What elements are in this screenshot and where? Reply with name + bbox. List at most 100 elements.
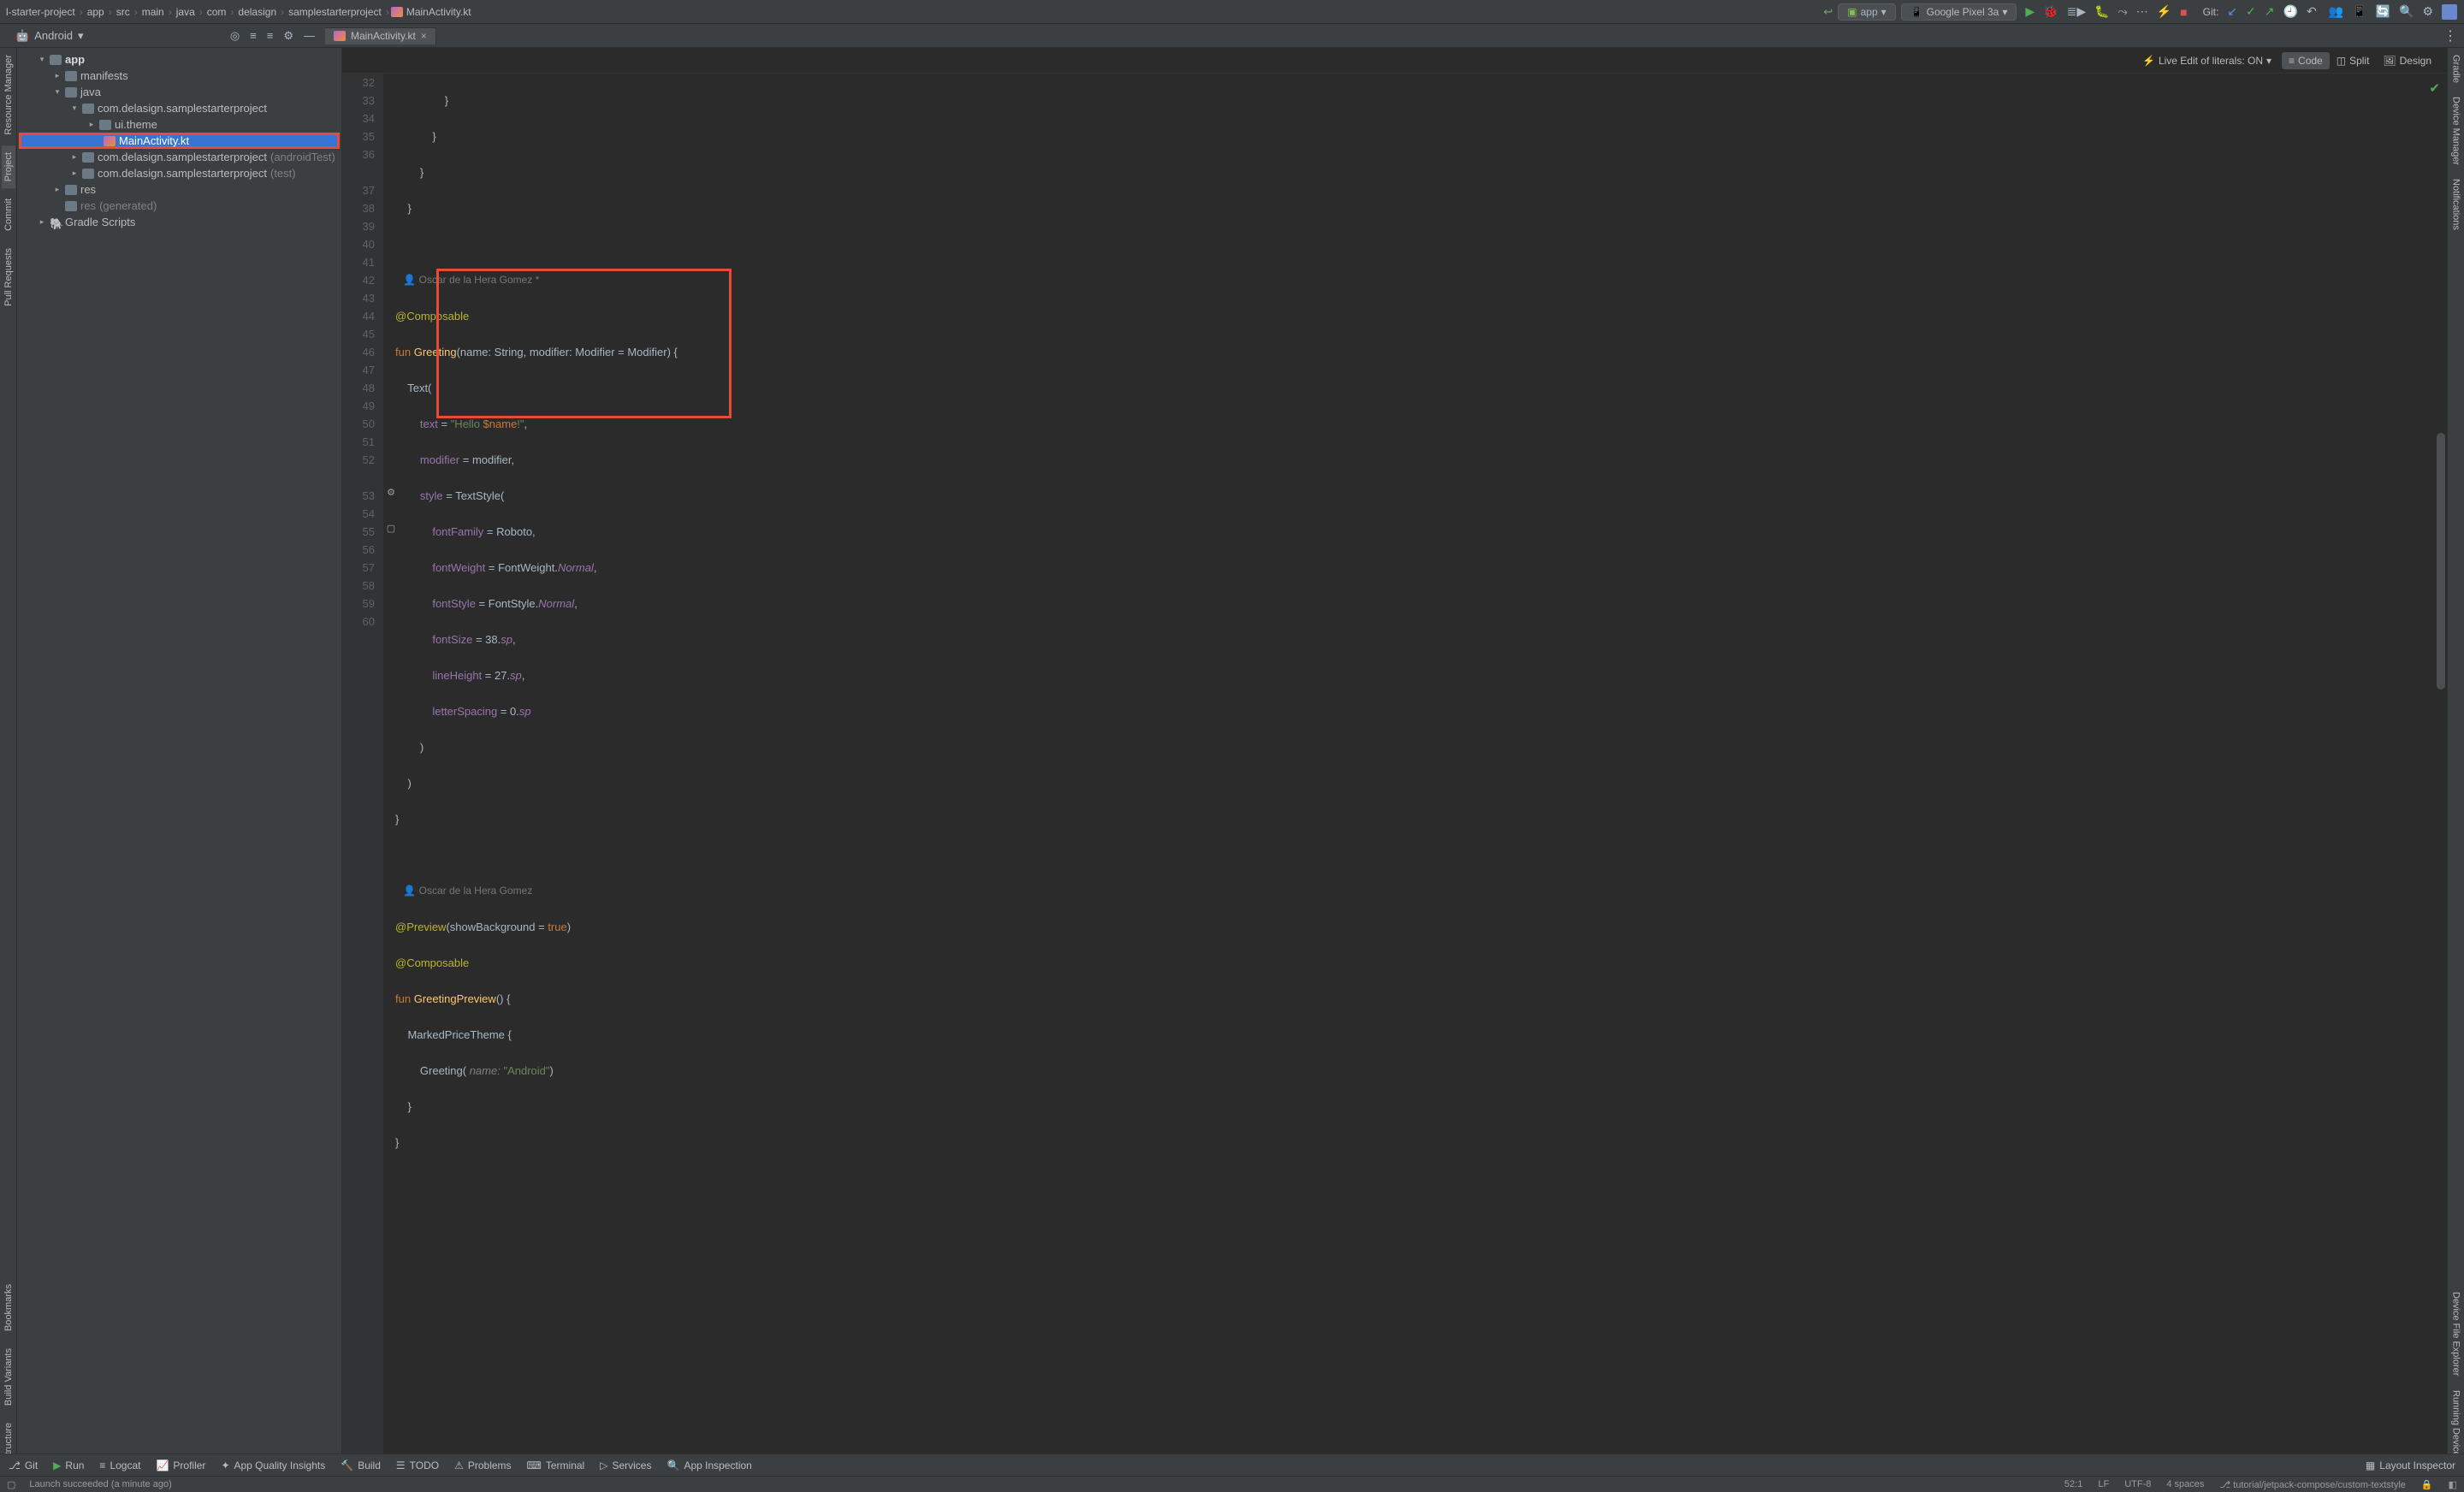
services-toolwin-button[interactable]: ▷Services (600, 1459, 651, 1471)
crumb[interactable]: app (85, 6, 107, 18)
tree-node-manifests[interactable]: ▸ manifests (17, 68, 341, 84)
crumb[interactable]: java (174, 6, 198, 18)
tree-node-res[interactable]: ▸ res (17, 181, 341, 198)
coverage-icon[interactable]: ≣▶ (2067, 4, 2087, 19)
line-gutter[interactable]: 32 33 34 35 36 37 38 39 40 41 42 43 44 4… (342, 74, 383, 1468)
profiler-toolwin-button[interactable]: 📈Profiler (156, 1459, 205, 1471)
tree-node-package-androidtest[interactable]: ▸ com.delasign.samplestarterproject (and… (17, 149, 341, 165)
tree-node-uitheme[interactable]: ▸ ui.theme (17, 116, 341, 133)
tree-node-gradle-scripts[interactable]: ▸🐘 Gradle Scripts (17, 214, 341, 230)
gear-icon[interactable]: ⚙ (283, 29, 293, 43)
tool-panel-header: 🤖 Android ▾ ◎ ≡ ≡ ⚙ — MainActivity.kt × … (0, 24, 2464, 48)
device-selector[interactable]: 📱 Google Pixel 3a ▾ (1901, 3, 2017, 21)
file-encoding[interactable]: UTF-8 (2124, 1479, 2151, 1489)
project-view-selector[interactable]: 🤖 Android ▾ (0, 29, 99, 43)
locate-icon[interactable]: ◎ (230, 29, 240, 43)
status-square-icon[interactable]: ▢ (7, 1479, 15, 1490)
git-history-icon[interactable]: 🕘 (2283, 4, 2298, 19)
breadcrumb-file[interactable]: MainActivity.kt (391, 6, 471, 18)
more-run-icon[interactable]: ⋯ (2136, 4, 2148, 19)
expand-icon[interactable]: ≡ (250, 29, 257, 43)
hotswap-icon[interactable]: ⚡ (2157, 4, 2171, 19)
tree-node-app[interactable]: ▾ app (17, 51, 341, 68)
pull-requests-tab[interactable]: Pull Requests (2, 241, 15, 313)
tree-node-java[interactable]: ▾ java (17, 84, 341, 100)
profile-icon[interactable]: 🐛 (2094, 4, 2109, 19)
code-with-me-icon[interactable]: 👥 (2329, 4, 2343, 19)
git-commit-icon[interactable]: ✓ (2246, 4, 2256, 19)
line-number: 33 (342, 92, 375, 110)
git-push-icon[interactable]: ↗ (2265, 4, 2275, 19)
run-config-selector[interactable]: ▣ app ▾ (1838, 3, 1895, 21)
device-file-explorer-tab[interactable]: Device File Explorer (2449, 1285, 2463, 1382)
layout-inspector-button[interactable]: ▦Layout Inspector (2366, 1459, 2455, 1471)
device-mirror-icon[interactable]: 📱 (2352, 4, 2366, 19)
gradle-tab[interactable]: Gradle (2449, 48, 2463, 90)
app-quality-insights-button[interactable]: ✦App Quality Insights (221, 1459, 325, 1471)
build-variants-tab[interactable]: Build Variants (2, 1341, 15, 1412)
logcat-toolwin-button[interactable]: ≡Logcat (99, 1459, 140, 1471)
indent-setting[interactable]: 4 spaces (2166, 1479, 2204, 1489)
tree-node-res-gen[interactable]: res (generated) (17, 198, 341, 214)
live-edit-label: Live Edit of literals: ON (2159, 55, 2263, 67)
line-ending[interactable]: LF (2098, 1479, 2109, 1489)
view-code-button[interactable]: ≡ Code (2282, 52, 2330, 69)
caret-position[interactable]: 52:1 (2064, 1479, 2082, 1489)
app-inspection-button[interactable]: 🔍App Inspection (666, 1459, 751, 1471)
notifications-tab[interactable]: Notifications (2449, 172, 2463, 237)
editor-tab[interactable]: MainActivity.kt × (325, 27, 436, 44)
lock-icon[interactable]: 🔒 (2421, 1479, 2433, 1490)
tree-node-mainactivity[interactable]: MainActivity.kt (19, 133, 340, 149)
tab-overflow-icon[interactable]: ⋮ (2437, 27, 2464, 44)
project-tab[interactable]: Project (2, 145, 15, 188)
editor-body[interactable]: ✔ 32 33 34 35 36 37 38 39 40 41 42 43 44… (342, 74, 2447, 1468)
git-rollback-icon[interactable]: ↶ (2307, 4, 2317, 19)
crumb[interactable]: com (204, 6, 229, 18)
git-toolwin-button[interactable]: ⎇Git (9, 1459, 38, 1471)
settings-icon[interactable]: ⚙ (2422, 4, 2433, 19)
debug-icon[interactable]: 🐞 (2043, 4, 2058, 19)
run-icon[interactable]: ▶ (2025, 4, 2035, 19)
gutter-settings-icon[interactable]: ⚙ (385, 487, 397, 498)
phone-icon: 📱 (1910, 6, 1923, 18)
editor-scrollbar[interactable] (2437, 433, 2445, 690)
crumb[interactable]: delasign (235, 6, 279, 18)
editor-tab-label: MainActivity.kt (351, 30, 416, 42)
run-toolwin-button[interactable]: ▶Run (53, 1459, 84, 1471)
panel-icon[interactable]: ◧ (2449, 1479, 2457, 1490)
crumb[interactable]: src (114, 6, 133, 18)
git-update-icon[interactable]: ↙ (2227, 4, 2237, 19)
avatar-icon[interactable] (2442, 4, 2457, 20)
view-design-button[interactable]: 🖼 Design (2376, 52, 2438, 69)
tree-label-suffix: (test) (270, 167, 296, 180)
commit-tab[interactable]: Commit (2, 192, 15, 238)
view-split-button[interactable]: ◫ Split (2330, 52, 2377, 69)
problems-toolwin-button[interactable]: ⚠Problems (454, 1459, 511, 1471)
crumb[interactable]: samplestarterproject (286, 6, 384, 18)
collapse-icon[interactable]: ≡ (267, 29, 274, 43)
tree-node-package[interactable]: ▾ com.delasign.samplestarterproject (17, 100, 341, 116)
todo-toolwin-button[interactable]: ☰TODO (396, 1459, 439, 1471)
hammer-icon: 🔨 (341, 1459, 353, 1471)
close-icon[interactable]: × (421, 30, 427, 42)
live-edit-toggle[interactable]: ⚡ Live Edit of literals: ON ▾ (2142, 55, 2272, 67)
tree-node-package-test[interactable]: ▸ com.delasign.samplestarterproject (tes… (17, 165, 341, 181)
bookmarks-tab[interactable]: Bookmarks (2, 1277, 15, 1338)
device-manager-tab[interactable]: Device Manager (2449, 90, 2463, 172)
terminal-toolwin-button[interactable]: ⌨Terminal (527, 1459, 585, 1471)
stop-icon[interactable]: ■ (2180, 5, 2187, 19)
sync-icon[interactable]: 🔄 (2376, 4, 2390, 19)
project-tree[interactable]: ▾ app ▸ manifests ▾ java ▾ com.delasign.… (17, 48, 342, 1468)
line-number: 52 (342, 451, 375, 469)
back-nav-icon[interactable]: ↩ (1823, 5, 1833, 19)
build-toolwin-button[interactable]: 🔨Build (341, 1459, 381, 1471)
gutter-preview-icon[interactable]: ▢ (385, 523, 397, 534)
tree-label: Gradle Scripts (65, 216, 135, 228)
attach-debugger-icon[interactable]: ⤳ (2118, 4, 2128, 19)
git-branch[interactable]: ⎇ tutorial/jetpack-compose/custom-textst… (2219, 1479, 2406, 1490)
resource-manager-tab[interactable]: Resource Manager (2, 48, 15, 142)
crumb[interactable]: main (139, 6, 167, 18)
hide-icon[interactable]: — (304, 29, 315, 43)
crumb[interactable]: l-starter-project (3, 6, 78, 18)
search-icon[interactable]: 🔍 (2399, 4, 2414, 19)
